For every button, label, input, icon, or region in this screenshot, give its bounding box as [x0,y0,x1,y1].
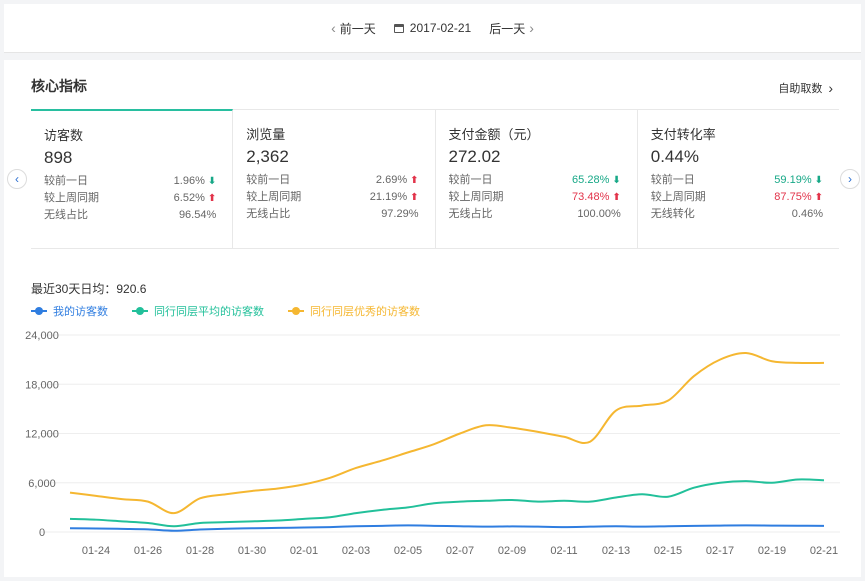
y-tick-label: 18,000 [25,379,59,391]
y-tick-label: 0 [39,527,45,539]
x-tick-label: 02-09 [498,545,526,557]
calendar-icon [393,23,404,33]
prev-day-label: 前一天 [339,21,376,36]
y-tick-label: 24,000 [25,330,59,342]
x-tick-label: 01-28 [186,545,214,557]
y-tick-label: 12,000 [25,429,59,441]
x-tick-label: 02-03 [342,545,370,557]
date-navigator: ‹ 前一天 2017-02-21 后一天 › [4,4,861,53]
x-tick-label: 02-13 [602,545,630,557]
date-picker[interactable]: 2017-02-21 [393,21,472,35]
visitors-line-chart: 0 6,000 12,000 18,000 24,000 01-24 01-26 01-28 0… [25,330,840,557]
x-tick-label: 02-11 [550,545,577,557]
x-tick-label: 02-17 [706,545,734,557]
x-tick-label: 02-01 [290,545,318,557]
x-tick-label: 02-05 [394,545,422,557]
y-tick-label: 6,000 [28,478,56,490]
prev-day-button[interactable]: ‹ 前一天 [331,20,376,37]
chevron-left-icon: ‹ [331,20,336,36]
current-date: 2017-02-21 [409,21,472,35]
series-line [69,478,825,528]
next-day-label: 后一天 [489,21,526,36]
core-metrics-panel: 核心指标 自助取数 › ‹ › 访客数 898 较前一日 1.96% ⬇ 较上周同期… [4,60,861,577]
x-tick-label: 02-07 [446,545,474,557]
chevron-right-icon: › [529,20,534,36]
x-tick-label: 01-30 [238,545,266,557]
next-day-button[interactable]: 后一天 › [489,20,534,37]
x-tick-label: 01-26 [134,545,162,557]
x-tick-label: 02-19 [758,545,786,557]
x-tick-label: 02-21 [810,545,838,557]
x-tick-label: 01-24 [82,545,110,557]
x-tick-label: 02-15 [654,545,682,557]
